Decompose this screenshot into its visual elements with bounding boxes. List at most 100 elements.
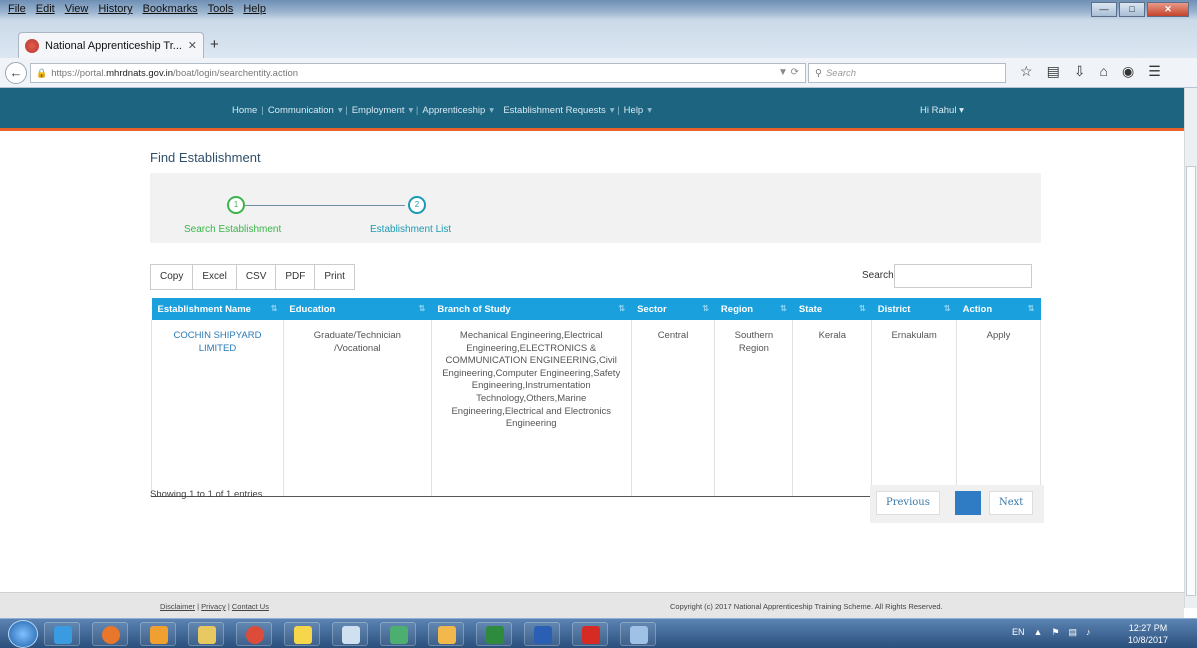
firefox-icon[interactable] <box>92 622 128 646</box>
next-button[interactable]: Next <box>989 491 1034 515</box>
csv-button[interactable]: CSV <box>235 264 277 290</box>
copyright-text: Copyright (c) 2017 National Apprenticesh… <box>670 602 943 611</box>
start-button-icon[interactable] <box>8 620 38 648</box>
file-explorer-icon[interactable] <box>188 622 224 646</box>
page-scrollbar[interactable] <box>1184 88 1197 608</box>
col-state[interactable]: State ⇅ <box>792 298 872 320</box>
table-search-input[interactable] <box>894 264 1032 288</box>
table-info: Showing 1 to 1 of 1 entries <box>150 489 263 500</box>
reload-icon[interactable]: ▼ ⟳ <box>778 67 799 78</box>
search-icon: ⚲ <box>815 67 822 79</box>
col-establishment-name[interactable]: Establishment Name ⇅ <box>151 298 284 320</box>
menu-help[interactable]: Help <box>243 3 266 15</box>
menu-edit[interactable]: Edit <box>36 3 55 15</box>
reading-list-icon[interactable]: ▤ <box>1047 63 1060 80</box>
disclaimer-link[interactable]: Disclaimer <box>160 602 195 611</box>
toolbar-icons: ☆ ▤ ⇩ ⌂ ◉ ☰ <box>1020 63 1161 80</box>
previous-button[interactable]: Previous <box>876 491 940 515</box>
col-action[interactable]: Action ⇅ <box>956 298 1041 320</box>
flag-icon[interactable]: ⚑ <box>1051 627 1059 638</box>
media-player-icon[interactable] <box>140 622 176 646</box>
search-placeholder: Search <box>825 67 857 79</box>
home-icon[interactable]: ⌂ <box>1100 63 1108 80</box>
nav-home[interactable]: Home <box>232 105 257 116</box>
current-page-button[interactable] <box>955 491 981 515</box>
district-cell: Ernakulam <box>871 320 958 497</box>
browser-tab-bar: National Apprenticeship Tr... ✕ + <box>0 20 1197 58</box>
nav-employment[interactable]: Employment <box>352 105 405 116</box>
browser-search-box[interactable]: ⚲ Search <box>808 63 1006 83</box>
bookmark-star-icon[interactable]: ☆ <box>1020 63 1033 80</box>
internet-explorer-icon[interactable] <box>44 622 80 646</box>
pdf-button[interactable]: PDF <box>275 264 316 290</box>
chevron-down-icon: ▾ <box>647 105 652 116</box>
step-1-circle[interactable]: 1 <box>227 196 245 214</box>
copy-button[interactable]: Copy <box>150 264 194 290</box>
menu-list: File Edit View History Bookmarks Tools H… <box>8 3 266 15</box>
step-2-circle[interactable]: 2 <box>408 196 426 214</box>
nav-communication[interactable]: Communication <box>268 105 334 116</box>
col-district[interactable]: District ⇅ <box>871 298 957 320</box>
col-education[interactable]: Education ⇅ <box>283 298 432 320</box>
clock-time: 12:27 PM <box>1128 623 1168 633</box>
nav-help[interactable]: Help <box>624 105 644 116</box>
nav-establishment-requests[interactable]: Establishment Requests <box>503 105 605 116</box>
lock-icon: 🔒 <box>36 67 48 78</box>
print-button[interactable]: Print <box>314 264 355 290</box>
apply-action[interactable]: Apply <box>956 320 1041 497</box>
close-tab-icon[interactable]: ✕ <box>188 39 197 52</box>
excel-icon[interactable] <box>476 622 512 646</box>
browser-nav-bar: ← 🔒 https://portal.mhrdnats.gov.in/boat/… <box>0 58 1197 88</box>
network-icon[interactable]: ▤ <box>1069 627 1078 638</box>
sticky-notes-icon[interactable] <box>284 622 320 646</box>
maximize-button[interactable]: □ <box>1119 2 1145 17</box>
back-arrow-icon[interactable]: ← <box>5 62 27 84</box>
menu-bookmarks[interactable]: Bookmarks <box>143 3 198 15</box>
windows-taskbar: EN ▲ ⚑ ▤ ♪ 12:27 PM 10/8/2017 <box>0 618 1197 648</box>
volume-icon[interactable]: ♪ <box>1086 627 1091 638</box>
android-studio-icon[interactable] <box>380 622 416 646</box>
excel-button[interactable]: Excel <box>192 264 237 290</box>
language-indicator[interactable]: EN <box>1012 627 1025 638</box>
user-greeting[interactable]: Hi Rahul ▾ <box>920 105 964 116</box>
scrollbar-thumb[interactable] <box>1186 166 1196 596</box>
sort-icon: ⇅ <box>780 304 787 313</box>
step-2-label[interactable]: Establishment List <box>370 224 451 235</box>
menu-file[interactable]: File <box>8 3 26 15</box>
acrobat-icon[interactable] <box>572 622 608 646</box>
col-sector[interactable]: Sector ⇅ <box>631 298 715 320</box>
table-row: COCHIN SHIPYARD LIMITED Graduate/Technic… <box>151 320 1041 497</box>
nav-separator: ▾ | <box>408 105 419 116</box>
word-icon[interactable] <box>524 622 560 646</box>
col-region[interactable]: Region ⇅ <box>714 298 793 320</box>
establishment-name-link[interactable]: COCHIN SHIPYARD LIMITED <box>151 320 284 497</box>
chrome-icon[interactable] <box>236 622 272 646</box>
sort-icon: ⇅ <box>1027 304 1035 313</box>
minimize-button[interactable]: — <box>1091 2 1117 17</box>
pocket-icon[interactable]: ◉ <box>1122 63 1134 80</box>
browser-tab[interactable]: National Apprenticeship Tr... ✕ <box>18 32 204 58</box>
privacy-link[interactable]: Privacy <box>201 602 226 611</box>
sort-icon: ⇅ <box>270 304 278 313</box>
nav-apprenticeship[interactable]: Apprenticeship <box>422 105 485 116</box>
step-1-label[interactable]: Search Establishment <box>184 224 281 235</box>
menu-view[interactable]: View <box>65 3 89 15</box>
notepad-icon[interactable] <box>332 622 368 646</box>
nav-separator: ▾ | <box>609 105 620 116</box>
new-tab-icon[interactable]: + <box>210 36 219 53</box>
menu-history[interactable]: History <box>98 3 132 15</box>
sector-cell: Central <box>631 320 716 497</box>
nav-separator: | <box>261 105 264 116</box>
window-switcher-icon[interactable] <box>620 622 656 646</box>
download-icon[interactable]: ⇩ <box>1074 63 1086 80</box>
close-window-button[interactable]: ✕ <box>1147 2 1189 17</box>
menu-tools[interactable]: Tools <box>208 3 234 15</box>
clock[interactable]: 12:27 PM 10/8/2017 <box>1128 622 1168 646</box>
folder-icon[interactable] <box>428 622 464 646</box>
col-branch-of-study[interactable]: Branch of Study ⇅ <box>431 298 632 320</box>
contact-us-link[interactable]: Contact Us <box>232 602 269 611</box>
hamburger-menu-icon[interactable]: ☰ <box>1148 63 1161 80</box>
pagination: Previous Next <box>870 485 1044 523</box>
tray-expand-icon[interactable]: ▲ <box>1034 627 1043 638</box>
url-bar[interactable]: 🔒 https://portal.mhrdnats.gov.in/boat/lo… <box>30 63 806 83</box>
